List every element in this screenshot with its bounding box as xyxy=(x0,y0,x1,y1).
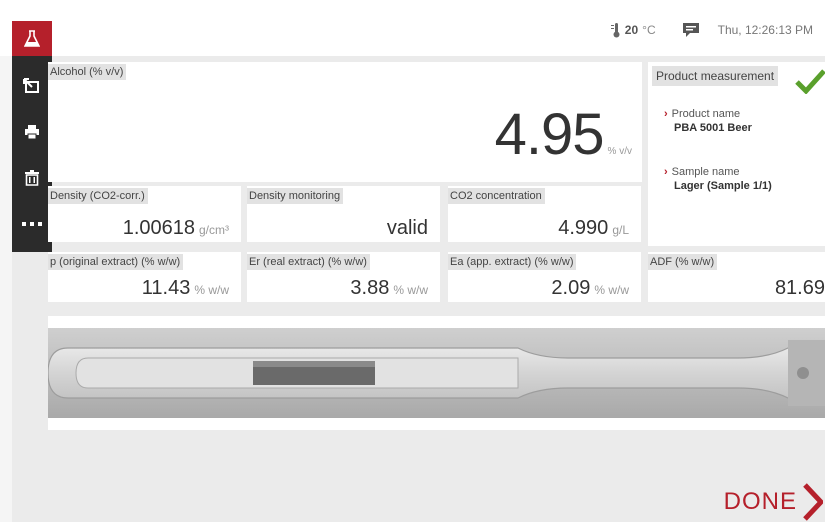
alcohol-unit: % v/v xyxy=(607,146,632,157)
original-extract-value-row: 11.43 % w/w xyxy=(142,277,229,300)
product-name-value: PBA 5001 Beer xyxy=(674,122,752,134)
co2-value-row: 4.990 g/L xyxy=(558,217,629,240)
product-name-label: Product name xyxy=(671,108,741,120)
done-button[interactable]: DONE xyxy=(724,482,825,522)
density-label: Density (CO2-corr.) xyxy=(48,188,148,204)
status-area: 20 °C Thu, 12:26:13 PM xyxy=(610,20,813,40)
delete-button[interactable] xyxy=(20,166,44,190)
temperature-value: 20 xyxy=(624,23,639,37)
product-name-item: › Product name PBA 5001 Beer xyxy=(664,108,752,134)
u-tube-panel xyxy=(48,316,825,430)
apparent-extract-label: Ea (app. extract) (% w/w) xyxy=(448,254,577,270)
top-bar: 20 °C Thu, 12:26:13 PM xyxy=(0,0,825,56)
density-unit: g/cm³ xyxy=(199,223,229,237)
density-monitoring-label: Density monitoring xyxy=(247,188,344,204)
temperature-unit: °C xyxy=(642,23,656,37)
density-monitoring-value-row: valid xyxy=(387,217,428,240)
adf-label: ADF (% w/w) xyxy=(648,254,718,270)
date-time: Thu, 12:26:13 PM xyxy=(717,23,813,37)
apparent-extract-panel[interactable]: Ea (app. extract) (% w/w) 2.09 % w/w xyxy=(448,252,641,302)
apparent-extract-value: 2.09 xyxy=(551,277,591,299)
alcohol-panel[interactable]: Alcohol (% v/v) 4.95 % v/v xyxy=(48,62,642,182)
density-monitoring-value: valid xyxy=(386,217,428,239)
co2-value: 4.990 xyxy=(558,217,609,239)
co2-unit: g/L xyxy=(612,223,629,237)
product-measurement-panel[interactable]: Product measurement › Product name PBA 50… xyxy=(648,62,825,246)
sample-name-item: › Sample name Lager (Sample 1/1) xyxy=(664,166,772,192)
original-extract-label: p (original extract) (% w/w) xyxy=(48,254,184,270)
adf-value: 81.69 xyxy=(774,277,825,299)
density-panel[interactable]: Density (CO2-corr.) 1.00618 g/cm³ xyxy=(48,186,241,242)
real-extract-value-row: 3.88 % w/w xyxy=(350,277,428,300)
original-extract-panel[interactable]: p (original extract) (% w/w) 11.43 % w/w xyxy=(48,252,241,302)
more-button[interactable] xyxy=(20,212,44,236)
real-extract-unit: % w/w xyxy=(393,283,428,297)
apparent-extract-value-row: 2.09 % w/w xyxy=(551,277,629,300)
side-toolbar xyxy=(12,56,52,252)
density-value-row: 1.00618 g/cm³ xyxy=(123,217,229,240)
export-icon xyxy=(23,78,39,93)
alcohol-label: Alcohol (% v/v) xyxy=(48,64,127,80)
adf-value-row: 81.69 xyxy=(775,277,825,300)
co2-label: CO2 concentration xyxy=(448,188,545,204)
co2-panel[interactable]: CO2 concentration 4.990 g/L xyxy=(448,186,641,242)
density-value: 1.00618 xyxy=(122,217,195,239)
check-icon xyxy=(795,69,825,94)
alcohol-value: 4.95 xyxy=(494,102,605,167)
left-edge xyxy=(0,0,12,522)
product-measurement-label: Product measurement xyxy=(652,66,779,86)
temperature-readout: 20 °C xyxy=(610,22,656,38)
print-button[interactable] xyxy=(20,120,44,144)
flask-icon xyxy=(24,29,40,47)
alcohol-value-row: 4.95 % v/v xyxy=(495,101,632,168)
more-icon xyxy=(22,222,42,226)
real-extract-label: Er (real extract) (% w/w) xyxy=(247,254,370,270)
print-icon xyxy=(25,125,39,140)
sample-name-value: Lager (Sample 1/1) xyxy=(674,180,772,192)
original-extract-value: 11.43 xyxy=(141,277,191,299)
chevron-right-icon xyxy=(803,483,823,521)
trash-icon xyxy=(25,170,39,186)
real-extract-value: 3.88 xyxy=(350,277,390,299)
adf-panel[interactable]: ADF (% w/w) 81.69 xyxy=(648,252,825,302)
menu-button[interactable] xyxy=(12,21,52,56)
chevron-right-icon: › xyxy=(664,108,668,120)
apparent-extract-unit: % w/w xyxy=(594,283,629,297)
export-button[interactable] xyxy=(20,74,44,98)
thermometer-icon xyxy=(610,23,620,38)
density-monitoring-panel[interactable]: Density monitoring valid xyxy=(247,186,440,242)
done-label: DONE xyxy=(723,488,797,515)
notes-icon[interactable] xyxy=(682,22,700,38)
sample-name-label: Sample name xyxy=(671,166,740,178)
chevron-right-icon: › xyxy=(664,166,668,178)
u-tube-image xyxy=(48,328,825,418)
real-extract-panel[interactable]: Er (real extract) (% w/w) 3.88 % w/w xyxy=(247,252,440,302)
original-extract-unit: % w/w xyxy=(194,283,229,297)
